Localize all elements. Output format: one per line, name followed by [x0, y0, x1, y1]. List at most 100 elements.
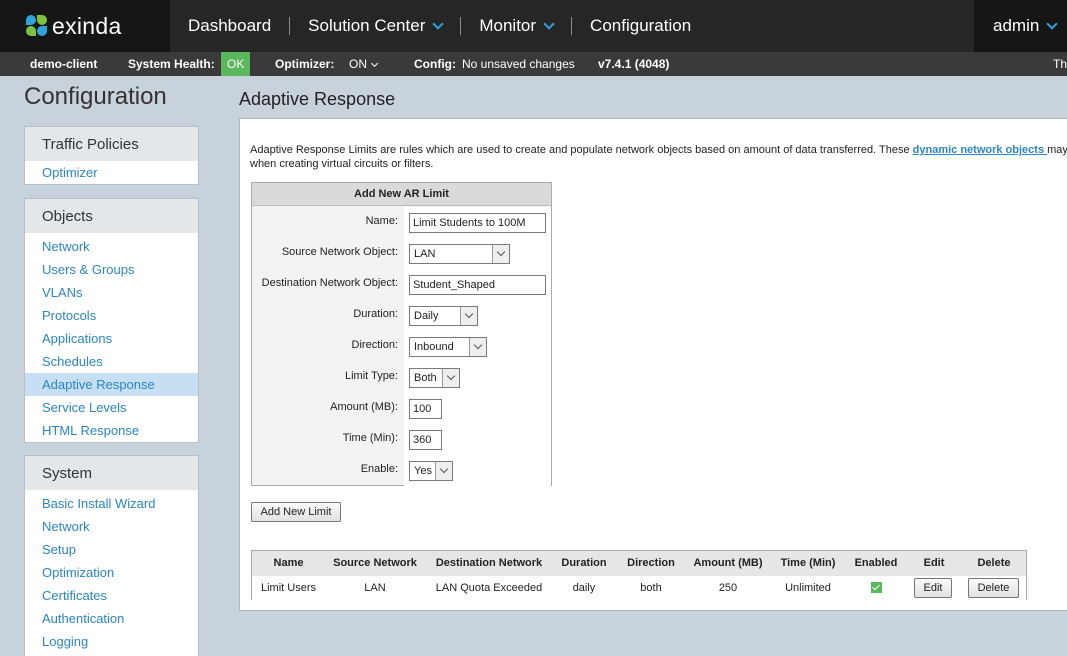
chevron-down-icon — [492, 245, 509, 263]
enable-value: Yes — [414, 465, 432, 477]
exinda-logo[interactable]: exinda — [26, 12, 122, 40]
sidebar-item-network[interactable]: Network — [25, 235, 198, 258]
amount-label: Amount (MB): — [330, 401, 398, 413]
sidebar-item-html-response[interactable]: HTML Response — [25, 419, 198, 442]
sidebar-item-optimization[interactable]: Optimization — [25, 561, 198, 584]
duration-value: Daily — [414, 310, 439, 322]
nav-monitor-label: Monitor — [479, 16, 537, 35]
cell-destination: LAN Quota Exceeded — [435, 582, 543, 594]
sidebar-item-applications[interactable]: Applications — [25, 327, 198, 350]
cell-source: LAN — [364, 582, 386, 594]
page-description: Adaptive Response Limits are rules which… — [250, 143, 1067, 171]
system-health-badge[interactable]: OK — [221, 52, 251, 76]
form-row-limit-type: Limit Type: Both — [252, 362, 551, 393]
nav-configuration[interactable]: Configuration — [572, 16, 709, 36]
sidebar-item-basic-install-wizard[interactable]: Basic Install Wizard — [25, 492, 198, 515]
sidebar-heading: Traffic Policies — [25, 127, 198, 161]
sidebar-item-protocols[interactable]: Protocols — [25, 304, 198, 327]
status-bar: demo-client System Health: OK Optimizer:… — [0, 52, 1067, 76]
chevron-down-icon — [1046, 17, 1058, 30]
chevron-down-icon — [543, 17, 555, 30]
content-panel: Adaptive Response Limits are rules which… — [239, 118, 1067, 611]
form-heading: Add New AR Limit — [252, 183, 551, 206]
delete-button[interactable]: Delete — [968, 578, 1019, 598]
enable-label: Enable: — [360, 463, 398, 475]
exinda-logo-icon — [26, 15, 48, 37]
form-cell: Inbound — [404, 331, 551, 362]
source-network-select[interactable]: LAN — [409, 244, 510, 264]
dynamic-network-objects-link[interactable]: dynamic network objects — [913, 144, 1047, 156]
column-header-duration: Duration — [561, 557, 607, 569]
limit-type-select[interactable]: Both — [409, 368, 460, 388]
form-row-destination: Destination Network Object: Student_Shap… — [252, 269, 551, 300]
limit-type-value: Both — [414, 372, 437, 384]
nav-solution-center[interactable]: Solution Center — [290, 16, 460, 36]
direction-value: Inbound — [414, 341, 454, 353]
enable-select[interactable]: Yes — [409, 461, 453, 481]
nav-dashboard-label: Dashboard — [188, 16, 272, 35]
column-header-amount: Amount (MB) — [693, 557, 763, 569]
form-cell: Student_Shaped — [404, 269, 551, 300]
description-text-cont: may — [1047, 144, 1067, 156]
form-cell: Yes — [404, 455, 551, 486]
table-row: Limit Users LAN LAN Quota Exceeded daily… — [252, 576, 1026, 600]
destination-network-input[interactable]: Student_Shaped — [409, 275, 546, 295]
chevron-down-icon — [460, 307, 477, 325]
cell-amount: 250 — [718, 582, 738, 594]
sidebar-item-users-groups[interactable]: Users & Groups — [25, 258, 198, 281]
user-menu[interactable]: admin — [975, 0, 1067, 52]
sidebar-item-service-levels[interactable]: Service Levels — [25, 396, 198, 419]
sidebar-item-certificates[interactable]: Certificates — [25, 584, 198, 607]
name-label: Name: — [365, 215, 398, 227]
sidebar-item-authentication[interactable]: Authentication — [25, 607, 198, 630]
sidebar-panel-traffic-policies: Traffic Policies Optimizer — [24, 126, 199, 185]
time-label: Time (Min): — [342, 432, 398, 444]
client-name: demo-client — [30, 57, 98, 71]
chevron-down-icon — [370, 59, 379, 67]
form-row-source: Source Network Object: LAN — [252, 238, 551, 269]
nav-configuration-label: Configuration — [590, 16, 692, 35]
name-input[interactable]: Limit Students to 100M — [409, 213, 546, 233]
column-header-direction: Direction — [627, 557, 675, 569]
source-network-label: Source Network Object: — [281, 246, 398, 258]
ar-limits-table: Name Source Network Destination Network … — [251, 550, 1027, 600]
chevron-down-icon — [435, 462, 452, 480]
edit-button[interactable]: Edit — [914, 578, 952, 598]
column-header-name: Name — [273, 557, 304, 569]
duration-select[interactable]: Daily — [409, 306, 478, 326]
add-ar-limit-form: Add New AR Limit Name: Limit Students to… — [251, 182, 552, 486]
form-cell: LAN — [404, 238, 551, 269]
add-new-limit-button[interactable]: Add New Limit — [251, 502, 341, 522]
chevron-down-icon — [469, 338, 486, 356]
direction-select[interactable]: Inbound — [409, 337, 487, 357]
form-row-name: Name: Limit Students to 100M — [252, 207, 551, 238]
sidebar-item-schedules[interactable]: Schedules — [25, 350, 198, 373]
nav-monitor[interactable]: Monitor — [461, 16, 571, 36]
form-row-direction: Direction: Inbound — [252, 331, 551, 362]
logo-text: exinda — [52, 12, 122, 39]
user-name: admin — [993, 16, 1040, 35]
column-header-delete: Delete — [977, 557, 1011, 569]
time-input[interactable]: 360 — [409, 430, 442, 450]
amount-input[interactable]: 100 — [409, 399, 442, 419]
column-header-source: Source Network — [333, 557, 417, 569]
direction-label: Direction: — [351, 339, 398, 351]
optimizer-toggle[interactable]: ON — [349, 57, 379, 71]
form-row-enable: Enable: Yes — [252, 455, 551, 486]
main-menu: Dashboard Solution Center Monitor Config… — [170, 0, 974, 52]
truncated-status-text: Th — [1053, 57, 1067, 71]
sidebar-item-adaptive-response[interactable]: Adaptive Response — [25, 373, 198, 396]
sidebar-item-logging[interactable]: Logging — [25, 630, 198, 653]
sidebar-item-optimizer[interactable]: Optimizer — [25, 161, 198, 184]
form-cell: 100 — [404, 393, 551, 424]
sidebar-item-setup[interactable]: Setup — [25, 538, 198, 561]
sidebar-item-system-network[interactable]: Network — [25, 515, 198, 538]
version-label: v7.4.1 (4048) — [598, 57, 670, 71]
destination-network-label: Destination Network Object: — [261, 277, 398, 289]
top-navigation-bar: exinda Dashboard Solution Center Monitor… — [0, 0, 1067, 52]
sidebar-item-vlans[interactable]: VLANs — [25, 281, 198, 304]
cell-duration: daily — [572, 582, 596, 594]
nav-dashboard[interactable]: Dashboard — [170, 16, 289, 36]
chevron-down-icon — [442, 369, 459, 387]
config-status[interactable]: No unsaved changes — [462, 57, 575, 71]
